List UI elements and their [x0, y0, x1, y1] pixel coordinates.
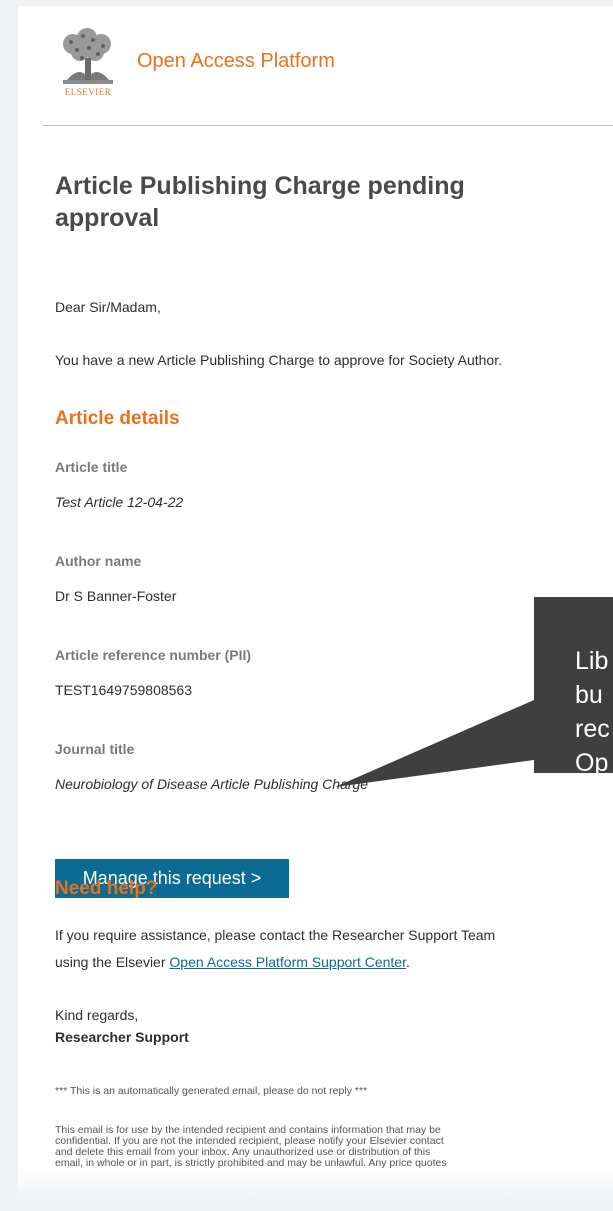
callout-line-3: rec — [575, 715, 610, 743]
field-label-author-name: Author name — [55, 553, 142, 569]
field-value-journal-title: Neurobiology of Disease Article Publishi… — [55, 776, 369, 792]
greeting: Dear Sir/Madam, — [55, 299, 161, 315]
platform-title: Open Access Platform — [137, 50, 335, 72]
callout-line-4: Op — [575, 749, 609, 777]
help-text-suffix: . — [405, 954, 410, 970]
bottom-fade — [0, 1170, 613, 1211]
help-text-line-2: using the Elsevier Open Access Platform … — [55, 954, 410, 970]
field-value-author-name: Dr S Banner-Foster — [55, 588, 177, 604]
email-header: ELSEVIER Open Access Platform — [18, 6, 613, 126]
disclaimer-line-4: email, in whole or in part, is strictly … — [55, 1157, 447, 1169]
email-body: ELSEVIER Open Access Platform Article Pu… — [18, 6, 613, 1211]
intro-text: You have a new Article Publishing Charge… — [55, 352, 502, 368]
field-value-pii: TEST1649759808563 — [55, 682, 192, 698]
need-help-heading: Need help? — [55, 878, 158, 899]
field-value-article-title: Test Article 12-04-22 — [55, 494, 184, 510]
signoff: Kind regards, — [55, 1007, 139, 1023]
article-details-heading: Article details — [55, 408, 180, 429]
elsevier-wordmark: ELSEVIER — [64, 87, 112, 97]
field-label-journal-title: Journal title — [55, 741, 135, 757]
email-heading: Article Publishing Charge pending approv… — [55, 172, 465, 232]
callout-line-2: bu — [575, 681, 603, 709]
callout-line-1: Lib — [575, 647, 609, 675]
auto-generated-notice: *** This is an automatically generated e… — [55, 1085, 368, 1097]
header-divider — [43, 125, 613, 126]
support-center-link[interactable]: Open Access Platform Support Center — [169, 954, 406, 970]
field-label-article-title: Article title — [55, 459, 128, 475]
signature: Researcher Support — [55, 1029, 189, 1045]
field-label-pii: Article reference number (PII) — [55, 647, 252, 663]
help-text-line-1: If you require assistance, please contac… — [55, 927, 496, 943]
help-text-prefix: using the Elsevier — [55, 954, 170, 970]
